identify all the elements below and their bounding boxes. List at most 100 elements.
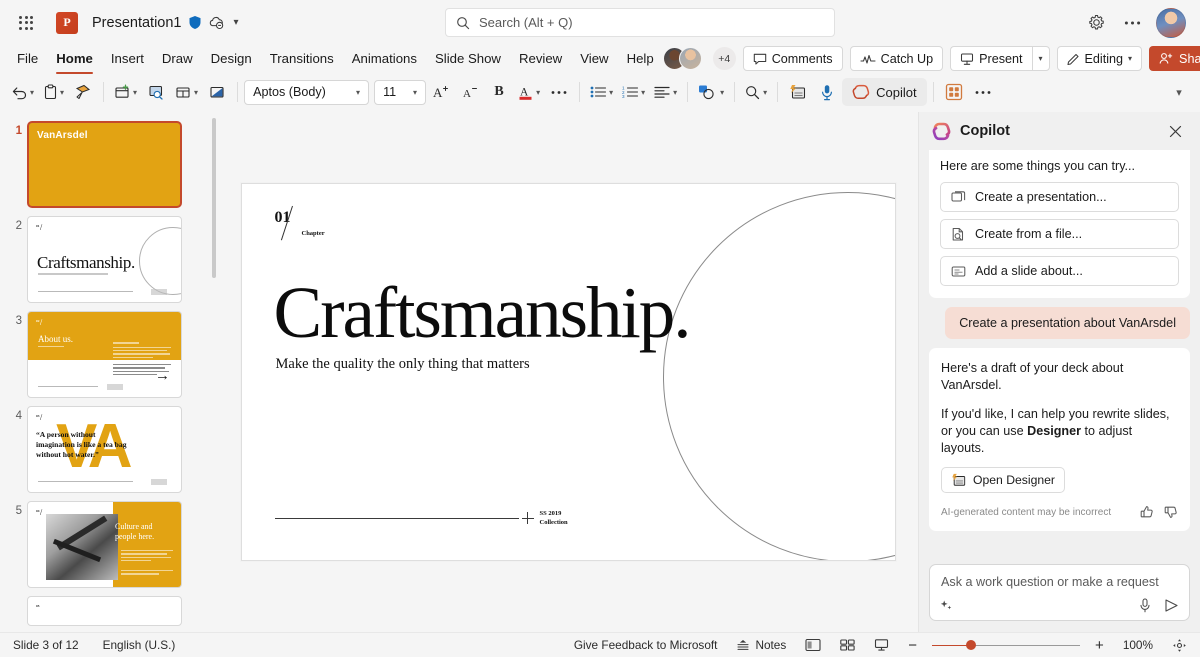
zoom-slider[interactable] bbox=[932, 638, 1081, 652]
font-color-button[interactable]: A ▾ bbox=[514, 77, 544, 107]
tab-help[interactable]: Help bbox=[618, 48, 663, 69]
slide-thumbnail-6[interactable]: 05 bbox=[27, 596, 182, 626]
reading-view-button[interactable] bbox=[870, 636, 893, 654]
present-dropdown-button[interactable]: ▾ bbox=[1031, 46, 1050, 71]
undo-button[interactable]: ▾ bbox=[7, 77, 38, 107]
thumbnail-row-5[interactable]: 5 04 Culture and people here. bbox=[0, 497, 218, 592]
search-input[interactable]: Search (Alt + Q) bbox=[445, 8, 835, 37]
open-designer-button[interactable]: Open Designer bbox=[941, 467, 1065, 493]
slide-counter[interactable]: Slide 3 of 12 bbox=[9, 636, 83, 654]
catch-up-button[interactable]: Catch Up bbox=[849, 46, 944, 71]
thumbnail-row-2[interactable]: 2 01 Craftsmanship. bbox=[0, 212, 218, 307]
tab-insert[interactable]: Insert bbox=[102, 48, 153, 69]
slide-thumbnail-3[interactable]: 02 About us. → bbox=[27, 311, 182, 398]
tab-design[interactable]: Design bbox=[202, 48, 261, 69]
copilot-ribbon-button[interactable]: Copilot bbox=[842, 78, 927, 106]
sensitivity-shield-icon[interactable] bbox=[188, 15, 202, 30]
tab-file[interactable]: File bbox=[8, 48, 47, 69]
prompt-guide-sparkle-icon[interactable] bbox=[940, 599, 955, 613]
paste-button[interactable]: ▾ bbox=[39, 77, 68, 107]
find-button[interactable]: ▾ bbox=[741, 77, 771, 107]
slide-canvas-area[interactable]: 01 Chapter Craftsmanship. Make the quali… bbox=[218, 112, 918, 632]
tab-animations[interactable]: Animations bbox=[343, 48, 426, 69]
new-slide-button[interactable]: ▾ bbox=[110, 77, 141, 107]
tab-home[interactable]: Home bbox=[47, 48, 102, 74]
slide-subtitle[interactable]: Make the quality the only thing that mat… bbox=[276, 356, 530, 373]
tab-view[interactable]: View bbox=[571, 48, 617, 69]
paragraph-align-button[interactable]: ▾ bbox=[650, 77, 681, 107]
chevron-down-icon: ▾ bbox=[133, 87, 138, 97]
microphone-icon[interactable] bbox=[1139, 598, 1151, 613]
collapse-ribbon-button[interactable]: ▾ bbox=[1165, 77, 1193, 107]
designer-panel-button[interactable] bbox=[940, 77, 968, 107]
slide-preview-button[interactable] bbox=[142, 77, 170, 107]
copilot-prompt-input[interactable]: Ask a work question or make a request bbox=[929, 564, 1190, 621]
slide-thumbnail-2[interactable]: 01 Craftsmanship. bbox=[27, 216, 182, 303]
zoom-out-button[interactable]: − bbox=[904, 635, 921, 656]
comments-button[interactable]: Comments bbox=[742, 46, 843, 71]
settings-button[interactable] bbox=[1080, 7, 1112, 39]
bullets-button[interactable]: ▾ bbox=[586, 77, 617, 107]
coauthor-overflow-badge[interactable]: +4 bbox=[712, 47, 736, 70]
coauthor-avatars[interactable] bbox=[662, 47, 702, 70]
app-launcher-button[interactable] bbox=[10, 7, 42, 39]
language-indicator[interactable]: English (U.S.) bbox=[99, 636, 180, 654]
tab-slide-show[interactable]: Slide Show bbox=[426, 48, 510, 69]
shapes-button[interactable]: ▾ bbox=[694, 77, 728, 107]
thumbnail-row-6[interactable]: 05 bbox=[0, 592, 218, 630]
document-title[interactable]: Presentation1 bbox=[92, 15, 181, 31]
notes-button[interactable]: Notes bbox=[732, 636, 790, 654]
font-family-select[interactable]: Aptos (Body) ▾ bbox=[244, 79, 370, 105]
thumbnail-row-1[interactable]: 1 VanArsdel bbox=[0, 117, 218, 212]
titlebar-right-controls bbox=[1080, 7, 1190, 39]
suggestion-create-presentation[interactable]: Create a presentation... bbox=[940, 182, 1179, 212]
more-options-button[interactable] bbox=[1116, 7, 1148, 39]
coauthor-avatar-2[interactable] bbox=[678, 47, 702, 70]
reset-slide-button[interactable] bbox=[203, 77, 231, 107]
designer-button[interactable] bbox=[784, 77, 812, 107]
copilot-conversation[interactable]: Here are some things you can try... Crea… bbox=[919, 150, 1200, 556]
slide-layout-button[interactable]: ▾ bbox=[171, 77, 202, 107]
tab-review[interactable]: Review bbox=[510, 48, 571, 69]
dictate-button[interactable] bbox=[813, 77, 841, 107]
fit-to-window-button[interactable] bbox=[1168, 636, 1191, 655]
thumbnail-scrollbar[interactable] bbox=[212, 118, 216, 278]
present-button[interactable]: Present bbox=[950, 46, 1032, 71]
font-more-options-button[interactable] bbox=[545, 77, 573, 107]
share-button[interactable]: Share ▾ bbox=[1149, 46, 1200, 71]
grow-font-button[interactable]: A bbox=[427, 77, 455, 107]
send-icon[interactable] bbox=[1164, 598, 1179, 613]
thumbnail-row-4[interactable]: 4 VA 03 “A person without imagination is… bbox=[0, 402, 218, 497]
feedback-button[interactable]: Give Feedback to Microsoft bbox=[570, 636, 722, 654]
editing-mode-button[interactable]: Editing ▾ bbox=[1056, 46, 1143, 71]
zoom-in-button[interactable]: + bbox=[1091, 635, 1108, 656]
font-size-select[interactable]: 11 ▾ bbox=[374, 79, 427, 105]
bold-button[interactable]: B bbox=[485, 77, 513, 107]
title-dropdown-chevron-icon[interactable]: ▾ bbox=[233, 17, 238, 28]
thumbs-down-icon[interactable] bbox=[1164, 505, 1178, 519]
cloud-sync-icon[interactable] bbox=[208, 15, 225, 30]
shrink-font-button[interactable]: A bbox=[456, 77, 484, 107]
user-avatar[interactable] bbox=[1156, 7, 1186, 38]
normal-view-button[interactable] bbox=[801, 636, 825, 654]
suggestion-add-slide[interactable]: Add a slide about... bbox=[940, 256, 1179, 286]
tab-draw[interactable]: Draw bbox=[153, 48, 202, 69]
copilot-close-button[interactable] bbox=[1162, 118, 1188, 144]
slide-title[interactable]: Craftsmanship. bbox=[274, 276, 692, 349]
zoom-slider-handle[interactable] bbox=[966, 640, 977, 650]
slide-thumbnail-pane[interactable]: 1 VanArsdel 2 01 Craftsmanship. 3 02 Abo… bbox=[0, 112, 218, 632]
slide-thumbnail-1[interactable]: VanArsdel bbox=[27, 121, 182, 208]
tab-transitions[interactable]: Transitions bbox=[261, 48, 343, 69]
thumbs-up-icon[interactable] bbox=[1140, 505, 1154, 519]
slide-sorter-button[interactable] bbox=[836, 636, 859, 654]
slide-thumbnail-5[interactable]: 04 Culture and people here. bbox=[27, 501, 182, 588]
numbering-button[interactable]: 1 2 3 ▾ bbox=[618, 77, 649, 107]
ribbon-overflow-button[interactable] bbox=[969, 77, 997, 107]
format-painter-button[interactable] bbox=[69, 77, 97, 107]
thumbnail-row-3[interactable]: 3 02 About us. → bbox=[0, 307, 218, 402]
copilot-user-message: Create a presentation about VanArsdel bbox=[945, 307, 1190, 339]
slide-thumbnail-4[interactable]: VA 03 “A person without imagination is l… bbox=[27, 406, 182, 493]
suggestion-create-from-file[interactable]: Create from a file... bbox=[940, 219, 1179, 249]
zoom-level[interactable]: 100% bbox=[1119, 636, 1157, 654]
current-slide[interactable]: 01 Chapter Craftsmanship. Make the quali… bbox=[240, 183, 896, 561]
